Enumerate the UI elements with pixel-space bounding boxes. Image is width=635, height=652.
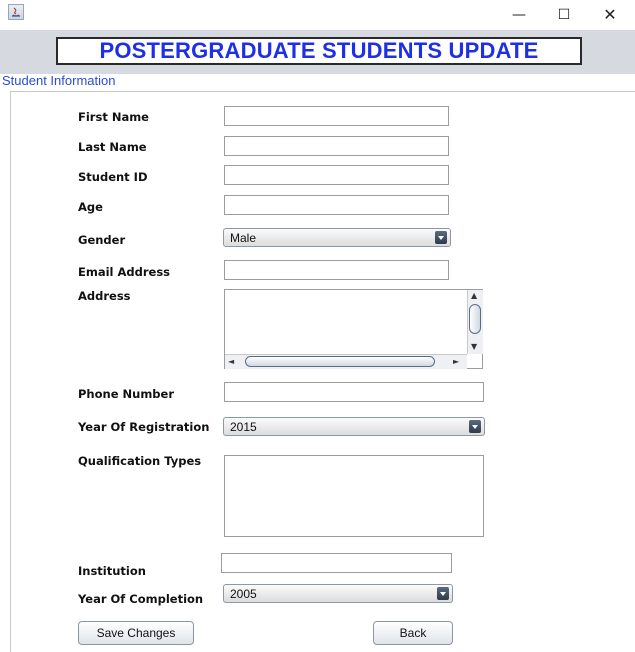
gender-selected-value: Male xyxy=(230,231,257,245)
scroll-thumb[interactable] xyxy=(245,356,435,367)
age-label: Age xyxy=(78,200,103,214)
first-name-label: First Name xyxy=(78,110,149,124)
save-changes-button[interactable]: Save Changes xyxy=(78,621,194,645)
chevron-down-icon xyxy=(435,231,447,244)
address-textarea[interactable]: ▲ ▼ ◄ ► xyxy=(224,289,483,369)
address-label: Address xyxy=(78,289,131,303)
student-id-field[interactable] xyxy=(224,165,449,185)
phone-field[interactable] xyxy=(224,382,484,402)
window-titlebar xyxy=(0,0,635,30)
year-completion-select[interactable]: 2005 xyxy=(223,584,453,603)
scroll-right-icon[interactable]: ► xyxy=(453,357,459,367)
first-name-field[interactable] xyxy=(224,106,449,126)
qualification-types-textarea[interactable] xyxy=(224,455,484,537)
student-id-label: Student ID xyxy=(78,170,148,184)
year-registration-select[interactable]: 2015 xyxy=(223,417,485,436)
chevron-down-icon xyxy=(437,587,449,600)
age-field[interactable] xyxy=(224,195,449,215)
page-title: POSTERGRADUATE STUDENTS UPDATE xyxy=(56,37,582,65)
section-title: Student Information xyxy=(2,73,116,88)
maximize-button[interactable]: ☐ xyxy=(555,6,573,24)
year-completion-label: Year Of Completion xyxy=(78,592,204,606)
last-name-field[interactable] xyxy=(224,136,449,156)
institution-label: Institution xyxy=(78,564,146,578)
year-registration-selected-value: 2015 xyxy=(230,420,257,434)
minimize-button[interactable]: — xyxy=(510,6,528,24)
last-name-label: Last Name xyxy=(78,140,147,154)
address-horizontal-scrollbar[interactable]: ◄ ► xyxy=(225,354,467,369)
phone-label: Phone Number xyxy=(78,387,175,401)
scroll-thumb[interactable] xyxy=(469,304,481,334)
gender-label: Gender xyxy=(78,233,126,247)
institution-field[interactable] xyxy=(221,553,452,573)
year-registration-label: Year Of Registration xyxy=(78,420,210,434)
scroll-up-icon[interactable]: ▲ xyxy=(471,291,477,301)
java-app-icon xyxy=(8,4,24,20)
back-button[interactable]: Back xyxy=(373,621,453,645)
qualification-types-label: Qualification Types xyxy=(78,454,202,468)
chevron-down-icon xyxy=(469,420,481,433)
address-vertical-scrollbar[interactable]: ▲ ▼ xyxy=(467,290,483,354)
gender-select[interactable]: Male xyxy=(223,228,451,247)
email-field[interactable] xyxy=(224,260,449,280)
year-completion-selected-value: 2005 xyxy=(230,587,257,601)
close-button[interactable]: ✕ xyxy=(601,6,619,24)
email-label: Email Address xyxy=(78,265,171,279)
scroll-down-icon[interactable]: ▼ xyxy=(471,342,477,352)
scroll-left-icon[interactable]: ◄ xyxy=(228,357,234,367)
